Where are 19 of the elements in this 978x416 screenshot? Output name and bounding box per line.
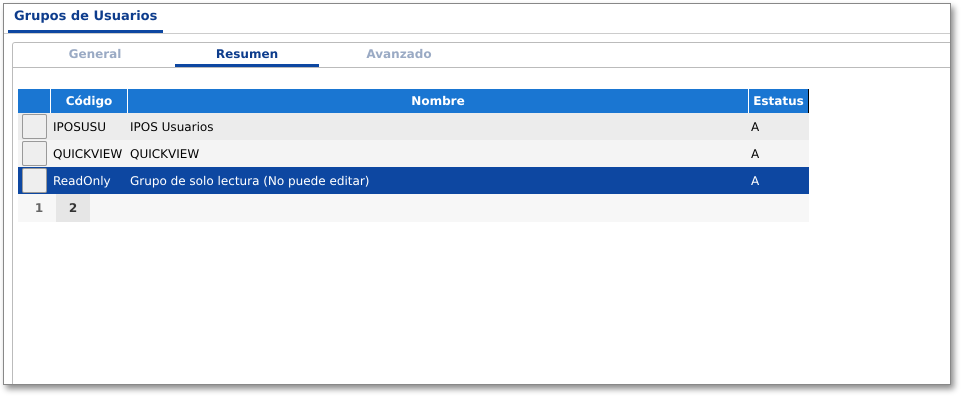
table-cell: Grupo de solo lectura (No puede editar) — [130, 174, 370, 188]
row-selector[interactable] — [22, 168, 47, 193]
tab[interactable]: Resumen — [175, 43, 319, 67]
table-cell: A — [751, 146, 760, 160]
row-selector[interactable] — [22, 141, 47, 166]
table-row[interactable]: QUICKVIEW QUICKVIEW A — [18, 140, 809, 167]
table-cell: QUICKVIEW — [130, 146, 200, 160]
table-cell: A — [751, 120, 760, 134]
page-link[interactable]: 1 — [22, 194, 56, 222]
table-row[interactable]: ReadOnly Grupo de solo lectura (No puede editar) A — [18, 167, 809, 194]
table-cell: A — [751, 174, 760, 188]
table-cell: IPOSUSU — [53, 120, 106, 134]
table-cell: IPOS Usuarios — [130, 120, 214, 134]
window-title[interactable]: Grupos de Usuarios — [8, 6, 164, 33]
table-cell: QUICKVIEW — [53, 146, 122, 160]
table-row[interactable]: IPOSUSU IPOS Usuarios A — [18, 113, 809, 140]
page-link[interactable]: 2 — [56, 194, 90, 222]
table-cell: ReadOnly — [53, 174, 111, 188]
row-selector[interactable] — [22, 114, 47, 139]
